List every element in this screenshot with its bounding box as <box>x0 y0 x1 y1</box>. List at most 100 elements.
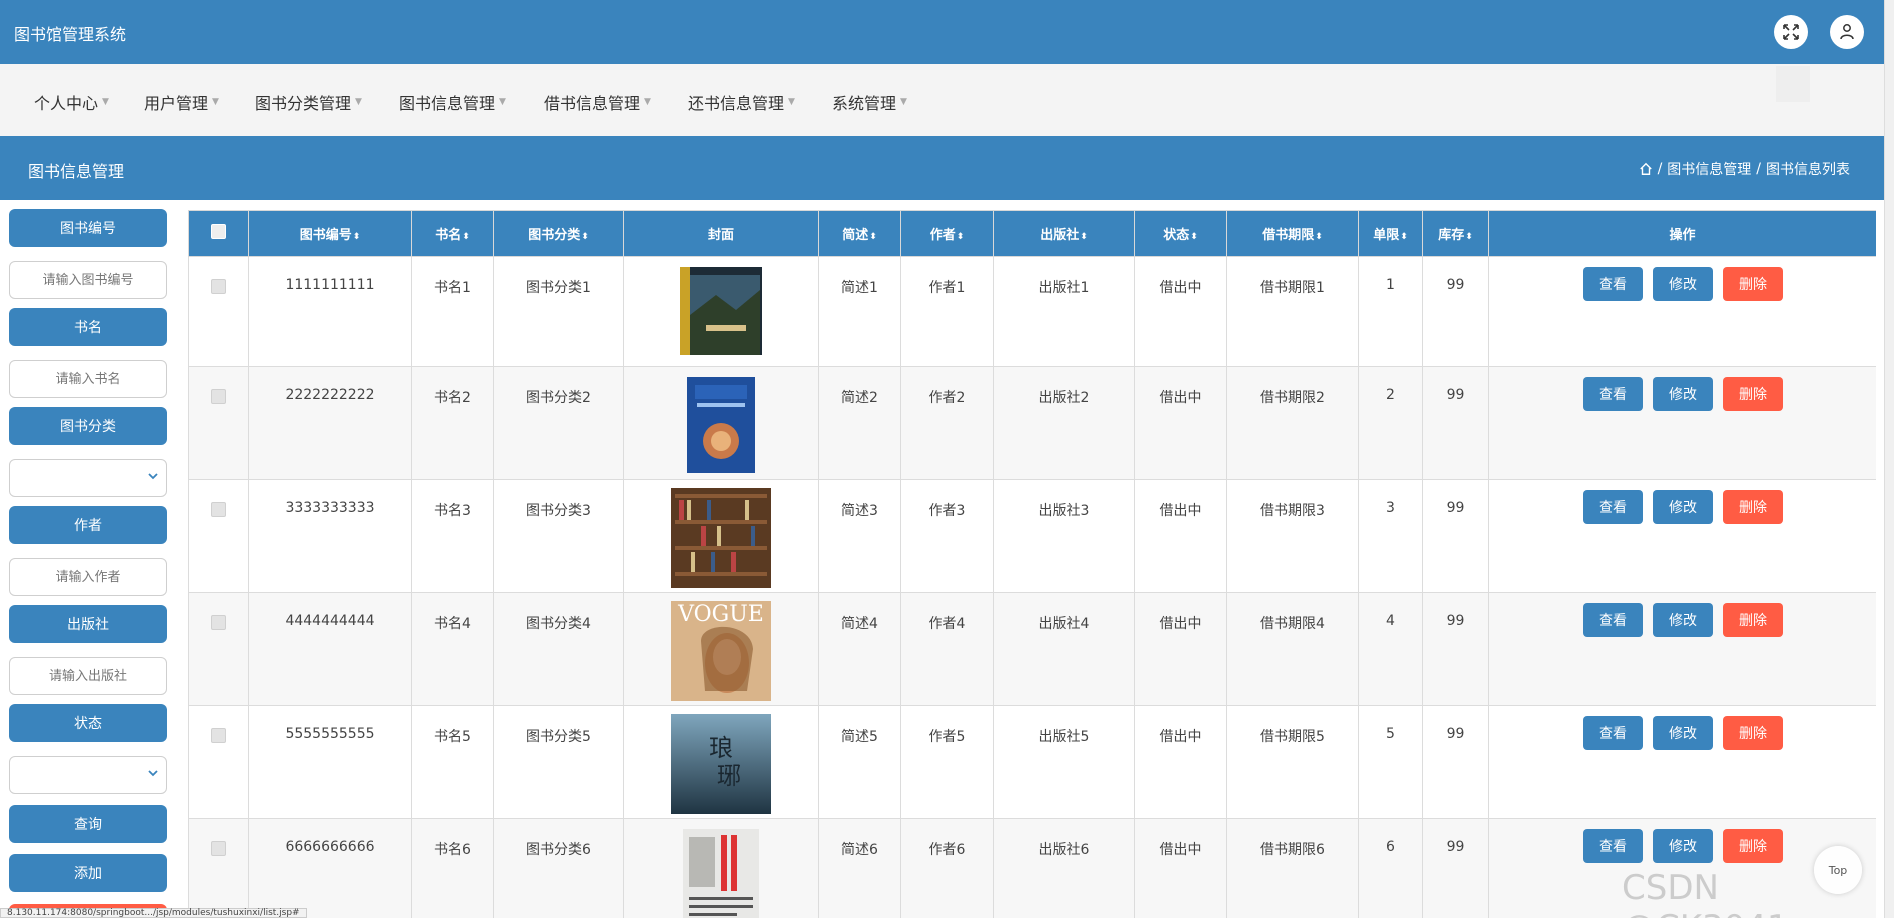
row-checkbox[interactable] <box>211 279 226 294</box>
table-row: 4444444444 书名4 图书分类4 VOGUE 简述4 作者4 出版社4 借出中 借书期限… <box>188 592 1876 706</box>
cell-category: 图书分类4 <box>493 592 624 706</box>
edit-button[interactable]: 修改 <box>1653 603 1713 637</box>
cover-image <box>680 267 762 355</box>
cover-image: 琅琊 <box>671 714 771 814</box>
nav-borrow-management[interactable]: 借书信息管理 ▼ <box>544 90 651 114</box>
view-button[interactable]: 查看 <box>1583 829 1643 863</box>
breadcrumb-item[interactable]: 图书信息管理 <box>1667 159 1751 179</box>
view-button[interactable]: 查看 <box>1583 716 1643 750</box>
publisher-label: 出版社 <box>9 605 167 643</box>
cell-desc: 简述2 <box>818 366 901 480</box>
caret-down-icon: ▼ <box>102 97 109 107</box>
cell-author: 作者2 <box>900 366 994 480</box>
row-checkbox[interactable] <box>211 502 226 517</box>
table-row: 5555555555 书名5 图书分类5 琅琊简述5 作者5 出版社5 借出中 借书期限5 5 9… <box>188 705 1876 819</box>
view-button[interactable]: 查看 <box>1583 490 1643 524</box>
col-status[interactable]: 状态⬍ <box>1134 210 1227 257</box>
cell-period: 借书期限2 <box>1226 366 1359 480</box>
delete-button[interactable]: 删除 <box>1723 267 1783 301</box>
status-url: 8.130.11.174:8080/springboot.../jsp/modu… <box>0 908 307 918</box>
edit-button[interactable]: 修改 <box>1653 377 1713 411</box>
delete-button[interactable]: 删除 <box>1723 377 1783 411</box>
nav-system-management[interactable]: 系统管理 ▼ <box>832 90 907 114</box>
cell-desc: 简述4 <box>818 592 901 706</box>
row-checkbox[interactable] <box>211 615 226 630</box>
cover-image <box>687 377 755 473</box>
sort-icon: ⬍ <box>1400 232 1408 242</box>
cell-status: 借出中 <box>1134 592 1227 706</box>
nav-return-management[interactable]: 还书信息管理 ▼ <box>688 90 795 114</box>
section-header: 图书信息管理 / 图书信息管理 / 图书信息列表 <box>0 136 1884 200</box>
row-checkbox[interactable] <box>211 389 226 404</box>
cell-book-no: 3333333333 <box>248 479 412 593</box>
cell-publisher: 出版社3 <box>993 479 1135 593</box>
category-label: 图书分类 <box>9 407 167 445</box>
delete-button[interactable]: 删除 <box>1723 490 1783 524</box>
user-menu-button[interactable] <box>1830 15 1864 49</box>
row-actions: 查看 修改 删除 <box>1488 479 1876 593</box>
edit-button[interactable]: 修改 <box>1653 267 1713 301</box>
col-desc[interactable]: 简述⬍ <box>818 210 901 257</box>
home-icon[interactable] <box>1639 162 1653 176</box>
table-header-row: 图书编号⬍ 书名⬍ 图书分类⬍ 封面 简述⬍ 作者⬍ 出版社⬍ 状态⬍ 借书期限… <box>188 210 1876 257</box>
col-name[interactable]: 书名⬍ <box>411 210 494 257</box>
caret-down-icon: ▼ <box>499 97 506 107</box>
breadcrumb-item: 图书信息列表 <box>1766 162 1850 178</box>
nav-category-management[interactable]: 图书分类管理 ▼ <box>255 90 362 114</box>
cell-book-no: 4444444444 <box>248 592 412 706</box>
col-author[interactable]: 作者⬍ <box>900 210 994 257</box>
cover-cell <box>623 366 819 480</box>
edit-button[interactable]: 修改 <box>1653 490 1713 524</box>
cell-status: 借出中 <box>1134 366 1227 480</box>
view-button[interactable]: 查看 <box>1583 603 1643 637</box>
fullscreen-button[interactable] <box>1774 15 1808 49</box>
nav-personal-center[interactable]: 个人中心 ▼ <box>34 90 109 114</box>
sort-icon: ⬍ <box>1190 232 1198 242</box>
cell-limit: 4 <box>1358 592 1423 706</box>
col-cover: 封面 <box>623 210 819 257</box>
cell-book-no: 5555555555 <box>248 705 412 819</box>
cell-publisher: 出版社1 <box>993 256 1135 367</box>
cell-stock: 99 <box>1422 818 1489 918</box>
scrollbar[interactable] <box>1884 0 1894 918</box>
view-button[interactable]: 查看 <box>1583 377 1643 411</box>
col-book-no[interactable]: 图书编号⬍ <box>248 210 412 257</box>
cell-desc: 简述5 <box>818 705 901 819</box>
nav-user-management[interactable]: 用户管理 ▼ <box>144 90 219 114</box>
select-all-checkbox[interactable] <box>211 224 226 239</box>
edit-button[interactable]: 修改 <box>1653 716 1713 750</box>
cell-book-no: 1111111111 <box>248 256 412 367</box>
delete-button[interactable]: 删除 <box>1723 716 1783 750</box>
col-publisher[interactable]: 出版社⬍ <box>993 210 1135 257</box>
cell-stock: 99 <box>1422 256 1489 367</box>
watermark: CSDN @CK3041 <box>1622 868 1789 918</box>
col-category[interactable]: 图书分类⬍ <box>493 210 624 257</box>
add-button[interactable]: 添加 <box>9 854 167 892</box>
publisher-input[interactable] <box>9 657 167 695</box>
row-checkbox[interactable] <box>211 728 226 743</box>
book-name-input[interactable] <box>9 360 167 398</box>
book-no-input[interactable] <box>9 261 167 299</box>
cell-publisher: 出版社5 <box>993 705 1135 819</box>
delete-button[interactable]: 删除 <box>1723 829 1783 863</box>
delete-button[interactable]: 删除 <box>1723 603 1783 637</box>
view-button[interactable]: 查看 <box>1583 267 1643 301</box>
select-all-header <box>188 210 249 257</box>
author-input[interactable] <box>9 558 167 596</box>
cell-name: 书名6 <box>411 818 494 918</box>
col-limit[interactable]: 单限⬍ <box>1358 210 1423 257</box>
row-checkbox[interactable] <box>211 841 226 856</box>
col-period[interactable]: 借书期限⬍ <box>1226 210 1359 257</box>
col-stock[interactable]: 库存⬍ <box>1422 210 1489 257</box>
query-button[interactable]: 查询 <box>9 805 167 843</box>
cover-cell <box>623 256 819 367</box>
cell-limit: 3 <box>1358 479 1423 593</box>
cell-desc: 简述1 <box>818 256 901 367</box>
nav-book-management[interactable]: 图书信息管理 ▼ <box>399 90 506 114</box>
status-select[interactable] <box>9 756 167 794</box>
edit-button[interactable]: 修改 <box>1653 829 1713 863</box>
sort-icon: ⬍ <box>581 232 589 242</box>
category-select[interactable] <box>9 459 167 497</box>
table-row: 2222222222 书名2 图书分类2 简述2 作者2 出版社2 借出中 借书期限2 2 99 查… <box>188 366 1876 480</box>
status-label: 状态 <box>9 704 167 742</box>
